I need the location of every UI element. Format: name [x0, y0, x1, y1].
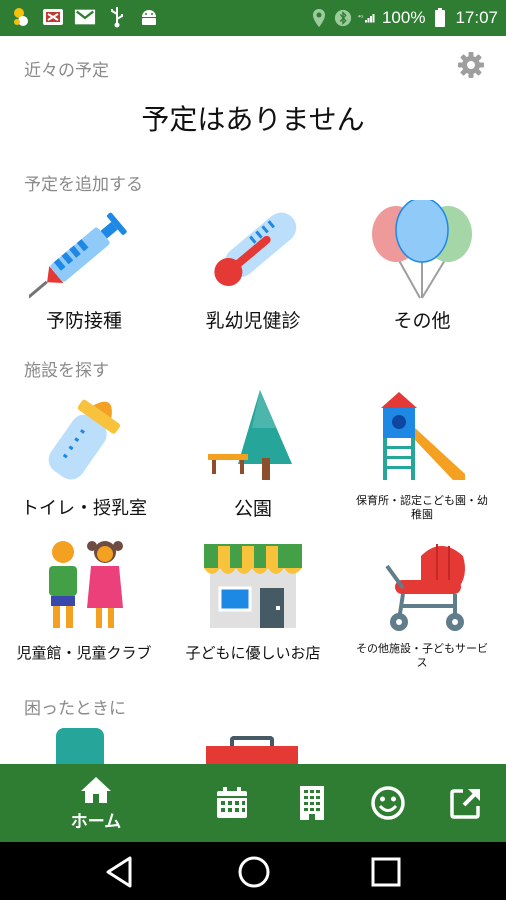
- thermometer-icon: [214, 212, 297, 286]
- notification-icons: [10, 6, 160, 28]
- nav-home-label: ホーム: [70, 811, 122, 832]
- mail-icon: [74, 6, 96, 28]
- location-icon: [310, 7, 328, 29]
- tile-label: 子どもに優しいお店: [185, 644, 321, 662]
- main-content: 近々の予定 予定はありません 予定を追加する 予防接種 乳幼児健診 その他 施設…: [0, 36, 506, 764]
- battery-icon: [431, 7, 449, 29]
- nav-mypage[interactable]: [366, 764, 410, 842]
- tile-other-schedule[interactable]: その他: [338, 200, 506, 333]
- stroller-icon: [385, 544, 465, 631]
- recents-square-icon: [371, 857, 401, 887]
- bluetooth-icon: [334, 7, 352, 29]
- tile-park[interactable]: 公園: [169, 388, 337, 521]
- tile-children-center[interactable]: 児童館・児童クラブ: [0, 536, 168, 663]
- empty-schedule-message: 予定はありません: [141, 103, 365, 136]
- status-bar: 4G 100% 17:07: [0, 0, 506, 36]
- recents-button[interactable]: [368, 854, 404, 890]
- system-status: 4G 100% 17:07: [310, 0, 498, 36]
- nav-facilities[interactable]: [290, 764, 334, 842]
- nav-calendar[interactable]: [210, 764, 254, 842]
- battery-percent: 100%: [381, 8, 426, 27]
- section-title-find-facility: 施設を探す: [24, 361, 109, 381]
- tile-label: 児童館・児童クラブ: [16, 644, 152, 662]
- tile-label: 乳幼児健診: [205, 310, 301, 332]
- syringe-icon: [29, 212, 127, 299]
- tile-label: トイレ・授乳室: [21, 498, 147, 519]
- home-button[interactable]: [236, 854, 272, 890]
- home-circle-icon: [238, 856, 270, 888]
- back-triangle-icon: [106, 856, 132, 888]
- playground-slide-icon: [381, 392, 465, 480]
- section-title-trouble: 困ったときに: [24, 699, 126, 719]
- app-icon: [10, 6, 32, 28]
- section-title-add-schedule: 予定を追加する: [24, 175, 143, 195]
- smiley-icon: [371, 786, 405, 820]
- calendar-icon: [217, 787, 247, 818]
- back-button[interactable]: [102, 854, 138, 890]
- usb-icon: [106, 6, 128, 28]
- nav-home[interactable]: ホーム: [58, 764, 134, 842]
- trouble-item-partial-1[interactable]: [56, 728, 104, 764]
- park-icon: [208, 390, 292, 480]
- nav-external-links[interactable]: [444, 764, 488, 842]
- bottom-navigation: ホーム: [0, 764, 506, 842]
- external-link-icon: [450, 789, 480, 819]
- signal-icon: 4G: [358, 7, 376, 29]
- tile-label: その他施設・子どもサービス: [356, 642, 488, 669]
- shop-icon: [204, 544, 302, 628]
- tile-toilet-nursing[interactable]: トイレ・授乳室: [0, 388, 168, 520]
- tile-vaccination[interactable]: 予防接種: [0, 200, 168, 333]
- tile-label: その他: [393, 310, 451, 332]
- settings-gear-icon[interactable]: [456, 50, 486, 80]
- tile-label: 予防接種: [45, 310, 122, 332]
- children-icon: [49, 541, 123, 628]
- tile-kid-friendly-shop[interactable]: 子どもに優しいお店: [169, 536, 337, 663]
- tile-other-facility[interactable]: その他施設・子どもサービス: [338, 536, 506, 670]
- upcoming-label: 近々の予定: [24, 61, 109, 81]
- tile-health-checkup[interactable]: 乳幼児健診: [169, 200, 337, 333]
- building-icon: [300, 786, 324, 820]
- balloons-icon: [372, 200, 472, 299]
- image-icon: [42, 6, 64, 28]
- home-icon: [81, 776, 111, 803]
- baby-bottle-icon: [48, 399, 121, 480]
- first-aid-kit-icon[interactable]: [206, 736, 298, 764]
- tile-nursery-school[interactable]: 保育所・認定こども園・幼稚園: [338, 388, 506, 522]
- tile-label: 保育所・認定こども園・幼稚園: [356, 494, 488, 521]
- svg-text:4G: 4G: [358, 14, 363, 19]
- android-icon: [138, 6, 160, 28]
- system-navigation-bar: [0, 842, 506, 900]
- tile-label: 公園: [233, 498, 272, 520]
- clock: 17:07: [455, 8, 498, 27]
